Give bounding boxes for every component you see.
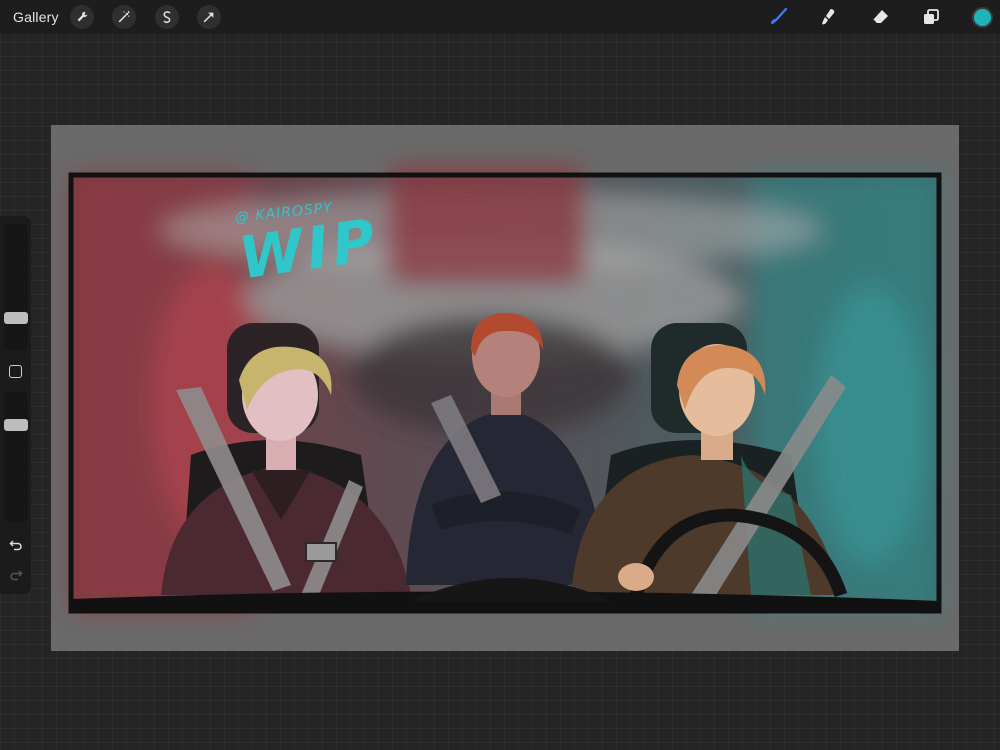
- drawing-canvas[interactable]: @ KAIROSPY WIP: [51, 125, 959, 651]
- wrench-icon[interactable]: [70, 5, 94, 29]
- selection-icon[interactable]: [155, 5, 179, 29]
- opacity-slider[interactable]: [4, 392, 28, 522]
- smudge-icon[interactable]: [817, 5, 841, 29]
- color-swatch[interactable]: [972, 7, 993, 28]
- artwork-illustration: [68, 165, 942, 614]
- gallery-button[interactable]: Gallery: [13, 9, 59, 25]
- magic-wand-icon[interactable]: [112, 5, 136, 29]
- top-toolbar: Gallery: [0, 0, 1000, 34]
- redo-arrow-icon[interactable]: [7, 566, 25, 584]
- layers-icon[interactable]: [919, 5, 943, 29]
- left-sidebar: [0, 216, 31, 594]
- modifier-button[interactable]: [9, 365, 22, 378]
- brush-size-slider[interactable]: [4, 224, 28, 350]
- eraser-icon[interactable]: [868, 5, 892, 29]
- transform-arrow-icon[interactable]: [197, 5, 221, 29]
- opacity-thumb[interactable]: [4, 419, 28, 432]
- undo-arrow-icon[interactable]: [7, 536, 25, 554]
- brush-icon[interactable]: [766, 5, 790, 29]
- brush-size-thumb[interactable]: [4, 311, 28, 324]
